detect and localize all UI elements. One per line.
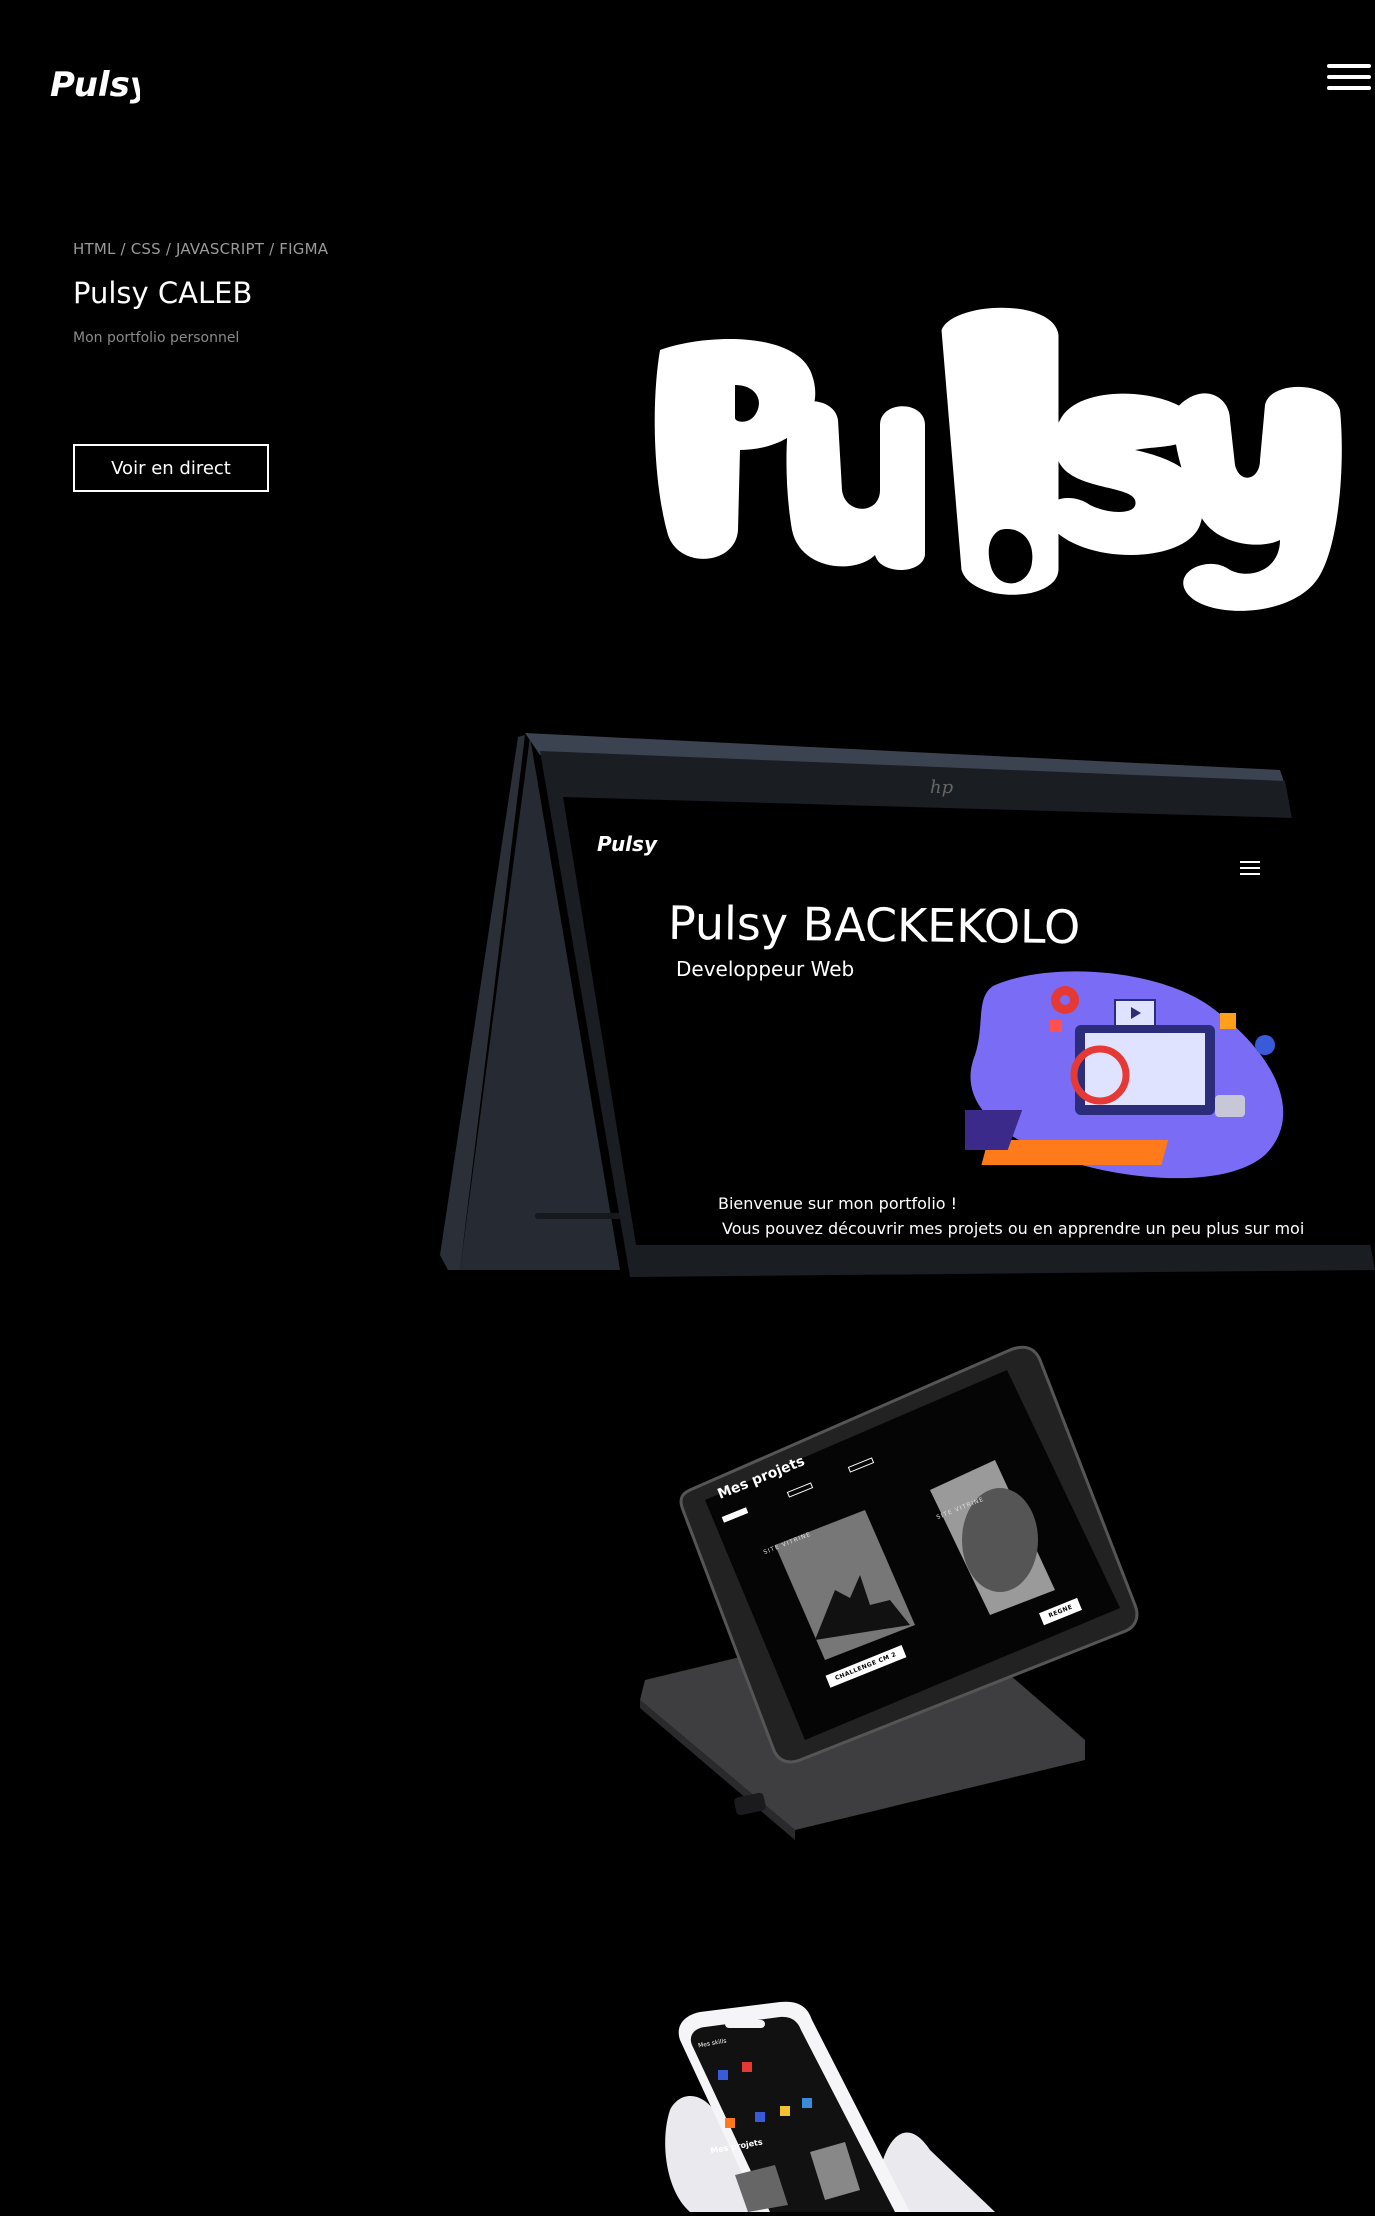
tech-tags: HTML / CSS / JAVASCRIPT / FIGMA [73, 240, 329, 258]
phone-mockup: Mes skills Mes projets [660, 2000, 1010, 2212]
pulsy-big-logo-icon [654, 304, 1342, 611]
project-subtitle: Mon portfolio personnel [73, 330, 240, 346]
hero-logo [640, 300, 1350, 620]
svg-text:Pulsy: Pulsy [50, 65, 140, 104]
hamburger-line [1327, 64, 1371, 68]
live-demo-button[interactable]: Voir en direct [73, 444, 269, 492]
screen-welcome-text: Bienvenue sur mon portfolio ! [718, 1194, 958, 1213]
hp-brand-icon: hp [930, 777, 954, 798]
phone-in-hands-icon [665, 2001, 995, 2212]
tablet-mockup [635, 1340, 1140, 1840]
hamburger-line [1327, 75, 1371, 79]
screen-description-text: Vous pouvez découvrir mes projets ou en … [722, 1219, 1305, 1238]
project-title: Pulsy CALEB [73, 276, 253, 310]
screen-title: Pulsy BACKEKOLO [667, 895, 1081, 955]
site-logo[interactable]: Pulsy [50, 58, 154, 105]
hamburger-line [1327, 86, 1371, 90]
screen-logo: Pulsy [597, 832, 657, 856]
screen-menu-icon [1240, 861, 1260, 879]
workstation-illustration-icon [897, 971, 1284, 1179]
hamburger-menu-button[interactable] [1327, 64, 1371, 94]
developer-illustration [897, 965, 1315, 1185]
tablet-device-icon [640, 1345, 1139, 1840]
pulsy-logo-icon: Pulsy [50, 65, 154, 105]
screen-role: Developpeur Web [676, 957, 855, 981]
